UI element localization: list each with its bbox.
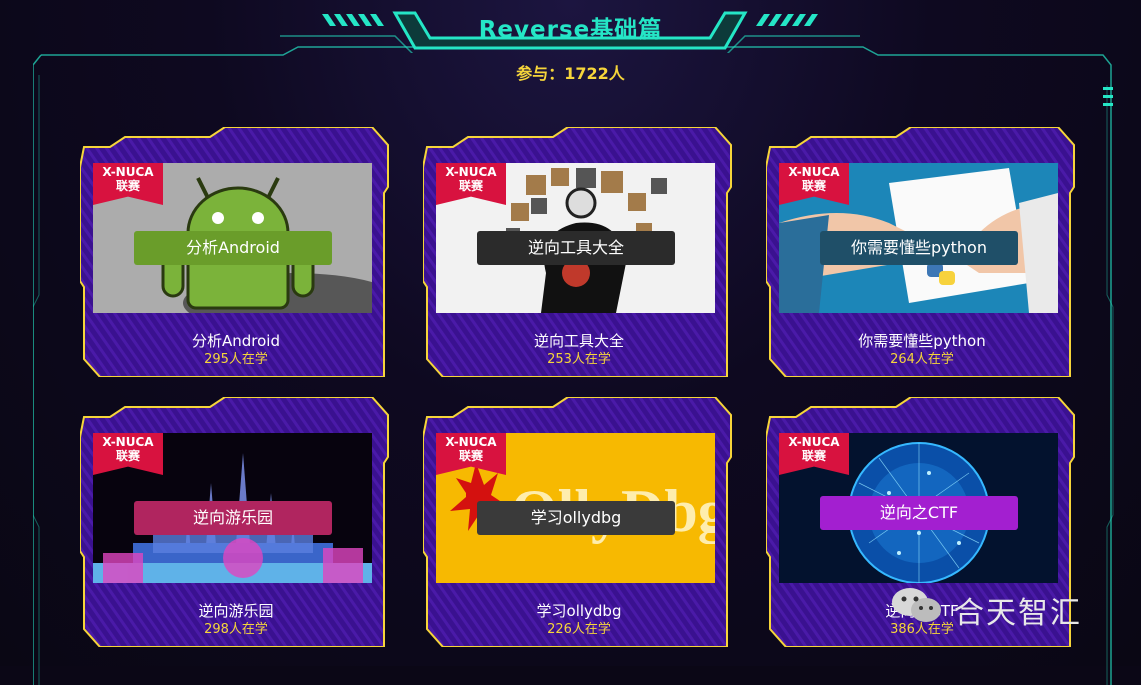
badge-line1: X-NUCA (445, 435, 497, 449)
badge-line1: X-NUCA (788, 165, 840, 179)
thumbnail-overlay-title: 逆向工具大全 (477, 231, 675, 265)
thumbnail-overlay-title: 逆向游乐园 (134, 501, 332, 535)
course-learners: 295人在学 (204, 352, 268, 367)
badge-line2: 联赛 (801, 449, 826, 463)
course-learners: 253人在学 (547, 352, 611, 367)
course-card-3[interactable]: X-NUCA 联赛 你需要懂些python 你需要懂些python 264人在学 (766, 127, 1078, 377)
badge-line1: X-NUCA (788, 435, 840, 449)
course-card-2[interactable]: X-NUCA 联赛 逆向工具大全 逆向工具大全 253人在学 (423, 127, 735, 377)
badge-line1: X-NUCA (445, 165, 497, 179)
watermark-text: 合天智汇 (954, 596, 1082, 631)
badge-line1: X-NUCA (102, 165, 154, 179)
badge-line2: 联赛 (458, 449, 483, 463)
course-learners: 298人在学 (204, 622, 268, 637)
course-card-1[interactable]: X-NUCA 联赛 分析Android 分析Android 295人在学 (80, 127, 392, 377)
thumbnail-overlay-title: 逆向之CTF (820, 496, 1018, 530)
watermark: 合天智汇 (888, 586, 1118, 631)
badge-line2: 联赛 (458, 179, 483, 193)
section-title: Reverse基础篇 (478, 17, 663, 43)
course-card-4[interactable]: X-NUCA 联赛 逆向游乐园 逆向游乐园 298人在学 (80, 397, 392, 647)
course-learners: 226人在学 (547, 622, 611, 637)
course-card-5[interactable]: OllyDbg X-NUCA 联赛 学习ollydbg 学习ollydbg 22… (423, 397, 735, 647)
wechat-icon (892, 588, 941, 622)
participants-count: 参与：1722人 (516, 64, 625, 83)
course-learners: 264人在学 (890, 352, 954, 367)
thumbnail-overlay-title: 分析Android (134, 231, 332, 265)
badge-line2: 联赛 (115, 179, 140, 193)
thumbnail-overlay-title: 你需要懂些python (820, 231, 1018, 265)
badge-line1: X-NUCA (102, 435, 154, 449)
thumbnail-overlay-title: 学习ollydbg (477, 501, 675, 535)
badge-line2: 联赛 (115, 449, 140, 463)
badge-line2: 联赛 (801, 179, 826, 193)
